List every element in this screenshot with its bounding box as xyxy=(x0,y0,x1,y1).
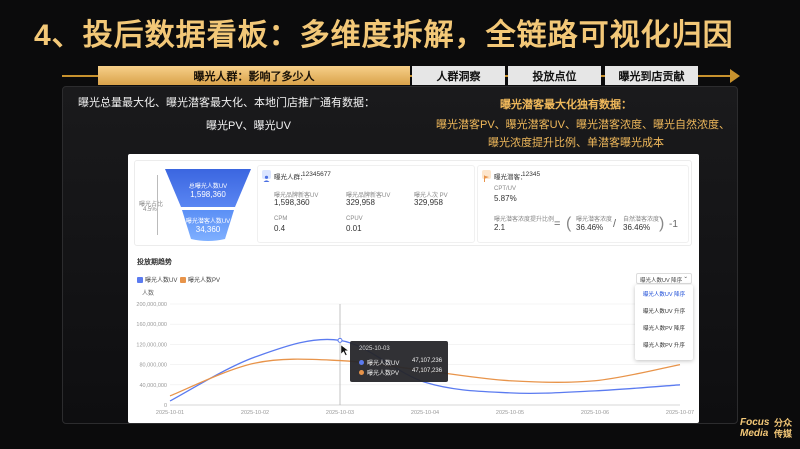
x-tick-label: 2025-10-02 xyxy=(241,410,269,416)
dashboard-screenshot: 曝光占比 4.5% 总曝光人数UV 1,598,360 曝光潜客人数UV 34,… xyxy=(128,154,699,423)
sort-dropdown: 曝光人数UV 降序 曝光人数UV 升序 曝光人数PV 降序 曝光人数PV 升序 xyxy=(635,285,693,360)
sort-option[interactable]: 曝光人数PV 降序 xyxy=(635,319,693,336)
left-note-line2: 曝光PV、曝光UV xyxy=(206,120,291,132)
y-tick-label: 200,000,000 xyxy=(136,302,167,308)
tab-arrow xyxy=(730,69,740,83)
tab-store-contribution[interactable]: 曝光到店贡献 xyxy=(605,66,698,85)
tooltip-date: 2025-10-03 xyxy=(359,346,390,352)
logo-brand-bottom: Media xyxy=(740,428,769,439)
tab-exposure-crowd[interactable]: 曝光人群：影响了多少人 xyxy=(98,66,410,85)
tooltip-uv-value: 47,107,236 xyxy=(412,358,443,364)
chart-tooltip: 2025-10-03 曝光人数UV 47,107,236 曝光人数PV 47,1… xyxy=(350,341,448,382)
tab-bar: 曝光人群：影响了多少人 人群洞察 投放点位 曝光到店贡献 xyxy=(62,66,742,86)
tooltip-uv-dot xyxy=(359,360,364,365)
cursor-icon xyxy=(340,344,350,356)
sort-option[interactable]: 曝光人数UV 降序 xyxy=(635,285,693,302)
page-title: 4、投后数据看板：多维度拆解，全链路可视化归因 xyxy=(34,19,734,52)
x-tick-label: 2025-10-05 xyxy=(496,410,524,416)
x-tick-label: 2025-10-01 xyxy=(156,410,184,416)
right-note-head: 曝光潜客最大化独有数据： xyxy=(500,99,632,111)
y-tick-label: 160,000,000 xyxy=(136,322,167,328)
x-tick-label: 2025-10-04 xyxy=(411,410,439,416)
sort-option[interactable]: 曝光人数UV 升序 xyxy=(635,302,693,319)
logo-cn-bottom: 传媒 xyxy=(774,429,793,439)
tooltip-pv-dot xyxy=(359,370,364,375)
trend-chart: 200,000,000 160,000,000 120,000,000 80,000,… xyxy=(136,302,694,416)
y-tick-label: 0 xyxy=(164,403,167,409)
tooltip-pv-value: 47,107,236 xyxy=(412,368,443,374)
y-tick-label: 120,000,000 xyxy=(136,342,167,348)
sort-option[interactable]: 曝光人数PV 升序 xyxy=(635,336,693,353)
x-tick-label: 2025-10-06 xyxy=(581,410,609,416)
hover-point xyxy=(337,337,343,343)
x-tick-label: 2025-10-03 xyxy=(326,410,354,416)
right-note-line2: 曝光浓度提升比例、单潜客曝光成本 xyxy=(488,137,664,149)
logo-cn-top: 分众 xyxy=(774,418,793,428)
tooltip-pv-label: 曝光人数PV xyxy=(367,371,400,377)
tooltip-uv-label: 曝光人数UV xyxy=(367,361,400,367)
x-tick-label: 2025-10-07 xyxy=(666,410,694,416)
tab-placement[interactable]: 投放点位 xyxy=(508,66,601,85)
tooltip-row-pv: 曝光人数PV 47,107,236 xyxy=(359,368,442,377)
tooltip-row-uv: 曝光人数UV 47,107,236 xyxy=(359,358,442,367)
logo-brand-top: Focus xyxy=(740,417,770,428)
y-tick-label: 40,000,000 xyxy=(139,383,167,389)
tab-crowd-insight[interactable]: 人群洞察 xyxy=(412,66,505,85)
right-note-line1: 曝光潜客PV、曝光潜客UV、曝光潜客浓度、曝光自然浓度、 xyxy=(436,119,730,131)
y-tick-label: 80,000,000 xyxy=(139,363,167,369)
left-note-line1: 曝光总量最大化、曝光潜客最大化、本地门店推广通有数据： xyxy=(78,97,375,109)
